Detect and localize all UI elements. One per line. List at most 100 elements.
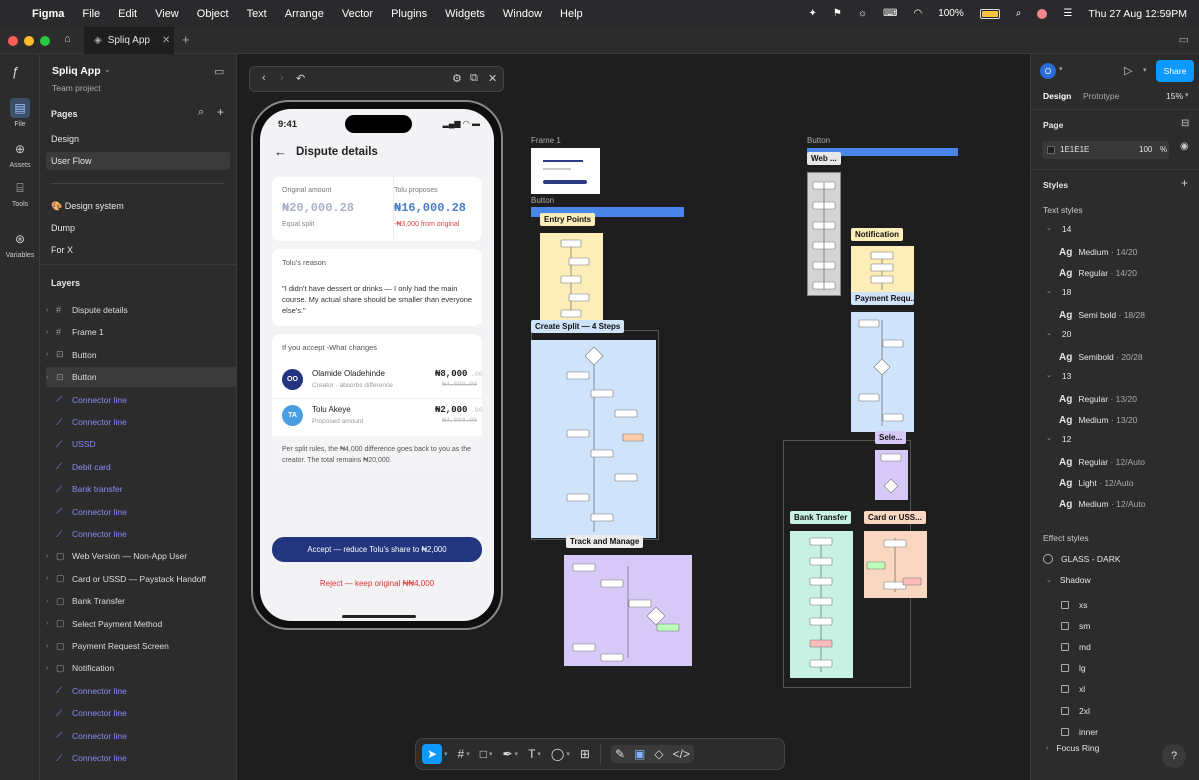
layer-row[interactable]: ⟋ Connector line bbox=[46, 726, 236, 746]
tab-spliq-app[interactable]: ◈ Spliq App ✕ bbox=[84, 27, 174, 54]
layer-row[interactable]: ⟋ Connector line bbox=[46, 524, 236, 544]
chevron-down-icon[interactable]: ▾ bbox=[566, 750, 570, 758]
zoom-window-button[interactable] bbox=[40, 36, 50, 46]
keyboard-icon[interactable]: ⌨ bbox=[883, 8, 897, 19]
figma-logo-icon[interactable]: ƒ bbox=[12, 64, 19, 79]
text-style-group[interactable]: ⌄ 14 bbox=[1046, 224, 1071, 234]
chevron-right-icon[interactable]: › bbox=[46, 307, 56, 314]
menu-file[interactable]: File bbox=[82, 8, 100, 20]
close-tab-icon[interactable]: ✕ bbox=[162, 35, 170, 46]
page-options-icon[interactable]: ⊟ bbox=[1181, 118, 1189, 129]
layer-row[interactable]: › ▢ Card or USSD — Paystack Handoff bbox=[46, 569, 236, 589]
layer-row[interactable]: › ▢ Web Version — Non-App User bbox=[46, 546, 236, 566]
frame-tool-icon[interactable]: # bbox=[458, 747, 465, 761]
add-style-icon[interactable]: + bbox=[1181, 176, 1188, 190]
text-style-item[interactable]: Ag Medium · 12/Auto bbox=[1059, 495, 1145, 513]
panel-toggle-icon[interactable]: ▭ bbox=[214, 65, 224, 78]
layer-row[interactable]: › # Dispute details bbox=[46, 300, 236, 320]
zoom-level[interactable]: 15% bbox=[1166, 91, 1183, 101]
new-tab-icon[interactable]: + bbox=[182, 32, 190, 47]
chevron-right-icon[interactable]: › bbox=[46, 553, 56, 560]
brightness-icon[interactable]: ☼ bbox=[858, 8, 867, 19]
chevron-down-icon[interactable]: ▾ bbox=[444, 750, 448, 758]
chevron-right-icon[interactable]: › bbox=[46, 351, 56, 358]
glass-dark-style[interactable]: GLASS - DARK bbox=[1043, 554, 1121, 564]
chevron-down-icon[interactable]: ⌄ bbox=[104, 65, 111, 74]
layer-row[interactable]: › ▢ Notification bbox=[46, 658, 236, 678]
text-style-item[interactable]: Ag Semibold · 20/28 bbox=[1059, 348, 1143, 366]
project-name[interactable]: Spliq App bbox=[52, 65, 101, 77]
chevron-right-icon[interactable]: › bbox=[46, 374, 56, 381]
wifi-icon[interactable]: ◠ bbox=[913, 8, 922, 19]
text-style-group[interactable]: ⌄ 18 bbox=[1046, 287, 1071, 297]
shadow-style-item[interactable]: md bbox=[1061, 638, 1091, 656]
text-style-group[interactable]: ⌄ 12 bbox=[1046, 434, 1071, 444]
move-tool-icon[interactable]: ➤ bbox=[422, 744, 442, 764]
menu-app-name[interactable]: Figma bbox=[32, 8, 64, 20]
shadow-style-item[interactable]: 2xl bbox=[1061, 702, 1090, 720]
text-style-item[interactable]: Ag Medium · 13/20 bbox=[1059, 411, 1137, 429]
tab-design[interactable]: Design bbox=[1043, 91, 1071, 101]
user-avatar[interactable]: O bbox=[1040, 63, 1056, 79]
layer-row[interactable]: ⟋ Connector line bbox=[46, 748, 236, 768]
layer-row[interactable]: › ⊡ Button bbox=[46, 345, 236, 365]
comment-tool-icon[interactable]: ◯ bbox=[551, 747, 564, 761]
layer-row[interactable]: ⟋ Connector line bbox=[46, 681, 236, 701]
spotlight-search-icon[interactable]: ⌕ bbox=[1016, 8, 1022, 19]
shadow-style-item[interactable]: xs bbox=[1061, 596, 1088, 614]
layer-row[interactable]: › ⊡ Button bbox=[46, 367, 236, 388]
rectangle-tool-icon[interactable]: □ bbox=[480, 747, 487, 761]
shadow-style-item[interactable]: xl bbox=[1061, 680, 1085, 698]
layer-row[interactable]: ⟋ USSD bbox=[46, 434, 236, 454]
close-window-button[interactable] bbox=[8, 36, 18, 46]
page-item-design-system[interactable]: 🎨 Design system bbox=[46, 197, 230, 215]
menu-text[interactable]: Text bbox=[247, 8, 267, 20]
chevron-right-icon[interactable]: › bbox=[46, 643, 56, 650]
dev-mode-icon[interactable]: </> bbox=[673, 747, 690, 761]
component-mode-icon[interactable]: ◇ bbox=[654, 747, 663, 761]
menu-widgets[interactable]: Widgets bbox=[445, 8, 485, 20]
text-style-item[interactable]: Ag Medium · 14/20 bbox=[1059, 243, 1137, 261]
rail-assets[interactable]: ⊕ Assets bbox=[0, 139, 40, 169]
focus-ring-group[interactable]: › Focus Ring bbox=[1046, 743, 1099, 753]
sparkle-icon[interactable]: ✦ bbox=[808, 8, 816, 19]
text-style-item[interactable]: Ag Semi bold · 18/28 bbox=[1059, 306, 1145, 324]
menu-window[interactable]: Window bbox=[503, 8, 542, 20]
menu-object[interactable]: Object bbox=[197, 8, 229, 20]
layer-row[interactable]: › ▢ Bank Transfer bbox=[46, 591, 236, 611]
actions-tool-icon[interactable]: ⊞ bbox=[580, 747, 590, 761]
text-style-group[interactable]: ⌄ 20 bbox=[1046, 329, 1071, 339]
rail-tools[interactable]: ⌸ Tools bbox=[0, 178, 40, 209]
chevron-right-icon[interactable]: › bbox=[46, 575, 56, 582]
user-avatar-icon[interactable] bbox=[1037, 8, 1048, 19]
chevron-right-icon[interactable]: › bbox=[46, 329, 56, 336]
page-color-field[interactable]: 1E1E1E 100 % bbox=[1042, 141, 1169, 159]
canvas[interactable]: ‹ › ↶ ⚙ ⧉ ✕ 9:41 ▂▄▆ ◠ ▬ ← Dispute detai… bbox=[237, 54, 1030, 780]
layer-row[interactable]: ⟋ Connector line bbox=[46, 412, 236, 432]
menu-plugins[interactable]: Plugins bbox=[391, 8, 427, 20]
visibility-eye-icon[interactable]: ◉ bbox=[1180, 141, 1189, 152]
page-item-dump[interactable]: Dump bbox=[46, 219, 230, 237]
help-button[interactable]: ? bbox=[1162, 744, 1186, 768]
menu-vector[interactable]: Vector bbox=[342, 8, 373, 20]
minimize-window-button[interactable] bbox=[24, 36, 34, 46]
shadow-style-item[interactable]: sm bbox=[1061, 617, 1090, 635]
chevron-right-icon[interactable]: › bbox=[46, 665, 56, 672]
shadow-style-item[interactable]: lg bbox=[1061, 659, 1086, 677]
clock[interactable]: Thu 27 Aug 12:59PM bbox=[1088, 8, 1187, 20]
text-style-item[interactable]: Ag Regular · 14/20 bbox=[1059, 264, 1137, 282]
shadow-group[interactable]: ⌄ Shadow bbox=[1046, 575, 1091, 585]
home-icon[interactable]: ⌂ bbox=[64, 33, 71, 45]
layer-row[interactable]: ⟋ Bank transfer bbox=[46, 479, 236, 499]
menu-view[interactable]: View bbox=[155, 8, 179, 20]
text-style-item[interactable]: Ag Regular · 13/20 bbox=[1059, 390, 1137, 408]
rail-file[interactable]: ▤ File bbox=[0, 98, 40, 128]
page-item-user-flow[interactable]: User Flow bbox=[46, 152, 230, 170]
layer-row[interactable]: › # Frame 1 bbox=[46, 322, 236, 342]
present-icon[interactable]: ▷ bbox=[1124, 64, 1132, 77]
page-item-design[interactable]: Design bbox=[46, 130, 230, 148]
chevron-down-icon[interactable]: ▾ bbox=[537, 750, 541, 758]
sidebar-toggle-icon[interactable]: ▭ bbox=[1179, 33, 1189, 46]
design-mode-icon[interactable]: ▣ bbox=[634, 747, 645, 761]
control-center-icon[interactable]: ☰ bbox=[1063, 8, 1072, 19]
